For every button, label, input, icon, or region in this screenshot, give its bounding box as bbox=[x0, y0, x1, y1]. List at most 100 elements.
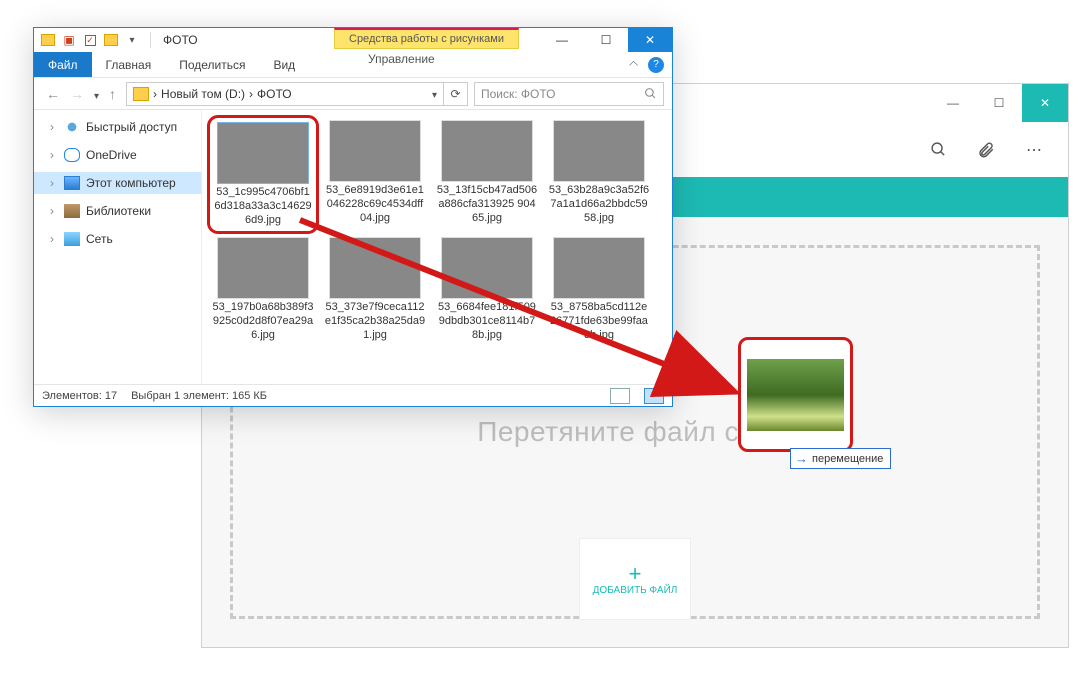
pc-icon bbox=[64, 176, 80, 190]
history-dropdown-icon[interactable] bbox=[94, 86, 99, 102]
navigation-pane: ›Быстрый доступ ›OneDrive ›Этот компьюте… bbox=[34, 110, 202, 384]
drive-icon bbox=[133, 87, 149, 101]
nav-label: Быстрый доступ bbox=[86, 120, 177, 134]
file-thumbnail bbox=[217, 122, 309, 184]
drag-tooltip-label: перемещение bbox=[812, 453, 883, 465]
window-title: ФОТО bbox=[155, 33, 206, 47]
search-icon bbox=[644, 87, 657, 100]
file-thumbnail bbox=[553, 120, 645, 182]
file-item[interactable]: 53_1c995c4706bf16d318a33a3c146296d9.jpg bbox=[210, 118, 316, 231]
nav-libraries[interactable]: ›Библиотеки bbox=[34, 200, 201, 222]
file-thumbnail bbox=[441, 237, 533, 299]
file-name: 53_197b0a68b389f3925c0d2d8f07ea29a6.jpg bbox=[212, 301, 314, 342]
nav-label: Этот компьютер bbox=[86, 176, 176, 190]
maximize-button[interactable]: ☐ bbox=[976, 84, 1022, 122]
file-name: 53_13f15cb47ad506a886cfa313925 90465.jpg bbox=[436, 184, 538, 225]
breadcrumb[interactable]: › Новый том (D:) › ФОТО bbox=[126, 82, 444, 106]
picture-tools-tab[interactable]: Средства работы с рисунками bbox=[334, 28, 519, 49]
tab-home[interactable]: Главная bbox=[92, 52, 166, 77]
tab-manage[interactable]: Управление bbox=[354, 52, 449, 66]
search-placeholder: Поиск: ФОТО bbox=[481, 87, 556, 101]
tab-share[interactable]: Поделиться bbox=[165, 52, 259, 77]
up-button[interactable]: ↑ bbox=[109, 86, 116, 102]
item-count-label: Элементов: 17 bbox=[42, 390, 117, 402]
selection-label: Выбран 1 элемент: 165 КБ bbox=[131, 390, 267, 402]
arrow-right-icon: → bbox=[795, 451, 808, 466]
file-item[interactable]: 53_8758ba5cd112e26771fde63be99faa3b.jpg bbox=[546, 235, 652, 344]
refresh-button[interactable]: ⟳ bbox=[444, 82, 468, 106]
file-explorer-window: ▣ ✓ ФОТО Средства работы с рисунками — ☐… bbox=[33, 27, 673, 407]
crumb-chevron-icon[interactable]: › bbox=[249, 87, 253, 101]
window-controls: — ☐ ✕ bbox=[540, 28, 672, 52]
file-name: 53_8758ba5cd112e26771fde63be99faa3b.jpg bbox=[548, 301, 650, 342]
forward-button[interactable]: → bbox=[70, 86, 84, 102]
minimize-button[interactable]: — bbox=[930, 84, 976, 122]
explorer-body: ›Быстрый доступ ›OneDrive ›Этот компьюте… bbox=[34, 110, 672, 384]
cloud-icon bbox=[64, 148, 80, 162]
star-icon bbox=[64, 120, 80, 134]
crumb-segment[interactable]: ФОТО bbox=[257, 87, 292, 101]
quick-access-toolbar: ▣ ✓ bbox=[34, 30, 146, 50]
close-button[interactable]: ✕ bbox=[628, 28, 672, 52]
back-button[interactable]: ← bbox=[46, 86, 60, 102]
file-item[interactable]: 53_373e7f9ceca112e1f35ca2b38a25da91.jpg bbox=[322, 235, 428, 344]
file-name: 53_373e7f9ceca112e1f35ca2b38a25da91.jpg bbox=[324, 301, 426, 342]
qat-dropdown-icon[interactable] bbox=[122, 30, 142, 50]
details-view-button[interactable] bbox=[610, 388, 630, 404]
file-item[interactable]: 53_63b28a9c3a52f67a1a1d66a2bbdc5958.jpg bbox=[546, 118, 652, 231]
search-icon[interactable] bbox=[922, 134, 954, 166]
more-icon[interactable]: ⋯ bbox=[1018, 134, 1050, 166]
nav-onedrive[interactable]: ›OneDrive bbox=[34, 144, 201, 166]
drag-preview-thumb bbox=[747, 359, 844, 431]
nav-buttons: ← → ↑ bbox=[42, 86, 120, 102]
file-item[interactable]: 53_197b0a68b389f3925c0d2d8f07ea29a6.jpg bbox=[210, 235, 316, 344]
file-name: 53_63b28a9c3a52f67a1a1d66a2bbdc5958.jpg bbox=[548, 184, 650, 225]
add-file-label: ДОБАВИТЬ ФАЙЛ bbox=[593, 585, 678, 596]
address-dropdown-icon[interactable] bbox=[432, 87, 437, 101]
attach-icon[interactable] bbox=[970, 134, 1002, 166]
add-file-button[interactable]: + ДОБАВИТЬ ФАЙЛ bbox=[580, 539, 690, 619]
file-grid[interactable]: 53_1c995c4706bf16d318a33a3c146296d9.jpg 5… bbox=[202, 110, 672, 384]
new-folder-icon[interactable] bbox=[101, 30, 121, 50]
plus-icon: + bbox=[629, 563, 642, 585]
file-thumbnail bbox=[553, 237, 645, 299]
thumbnails-view-button[interactable] bbox=[644, 388, 664, 404]
file-item[interactable]: 53_6684fee181f5099dbdb301ce8114b78b.jpg bbox=[434, 235, 540, 344]
tab-view[interactable]: Вид bbox=[259, 52, 309, 77]
tab-file[interactable]: Файл bbox=[34, 52, 92, 77]
ribbon-expand-icon[interactable]: ⌵ bbox=[629, 57, 638, 72]
file-item[interactable]: 53_6e8919d3e61e1046228c69c4534dff04.jpg bbox=[322, 118, 428, 231]
search-input[interactable]: Поиск: ФОТО bbox=[474, 82, 664, 106]
nav-this-pc[interactable]: ›Этот компьютер bbox=[34, 172, 201, 194]
address-bar-row: ← → ↑ › Новый том (D:) › ФОТО ⟳ Поиск: Ф… bbox=[34, 78, 672, 110]
status-bar: Элементов: 17 Выбран 1 элемент: 165 КБ bbox=[34, 384, 672, 406]
maximize-button[interactable]: ☐ bbox=[584, 28, 628, 52]
file-thumbnail bbox=[329, 120, 421, 182]
drag-tooltip: → перемещение bbox=[790, 448, 891, 469]
file-thumbnail bbox=[441, 120, 533, 182]
libraries-icon bbox=[64, 204, 80, 218]
file-item[interactable]: 53_13f15cb47ad506a886cfa313925 90465.jpg bbox=[434, 118, 540, 231]
folder-icon[interactable] bbox=[38, 30, 58, 50]
nav-quick-access[interactable]: ›Быстрый доступ bbox=[34, 116, 201, 138]
nav-label: Библиотеки bbox=[86, 204, 151, 218]
network-icon bbox=[64, 232, 80, 246]
nav-label: OneDrive bbox=[86, 148, 137, 162]
checkbox-icon[interactable]: ✓ bbox=[80, 30, 100, 50]
ribbon-tabs: Файл Главная Поделиться Вид Управление ⌵… bbox=[34, 52, 672, 78]
file-name: 53_6e8919d3e61e1046228c69c4534dff04.jpg bbox=[324, 184, 426, 225]
file-name: 53_1c995c4706bf16d318a33a3c146296d9.jpg bbox=[214, 186, 312, 227]
nav-network[interactable]: ›Сеть bbox=[34, 228, 201, 250]
crumb-segment[interactable]: Новый том (D:) bbox=[161, 87, 245, 101]
file-thumbnail bbox=[217, 237, 309, 299]
crumb-chevron-icon[interactable]: › bbox=[153, 87, 157, 101]
file-name: 53_6684fee181f5099dbdb301ce8114b78b.jpg bbox=[436, 301, 538, 342]
nav-label: Сеть bbox=[86, 232, 113, 246]
properties-icon[interactable]: ▣ bbox=[59, 30, 79, 50]
drag-preview bbox=[738, 337, 853, 452]
help-icon[interactable]: ? bbox=[648, 57, 664, 73]
minimize-button[interactable]: — bbox=[540, 28, 584, 52]
close-button[interactable]: ✕ bbox=[1022, 84, 1068, 122]
file-thumbnail bbox=[329, 237, 421, 299]
explorer-titlebar: ▣ ✓ ФОТО Средства работы с рисунками — ☐… bbox=[34, 28, 672, 52]
